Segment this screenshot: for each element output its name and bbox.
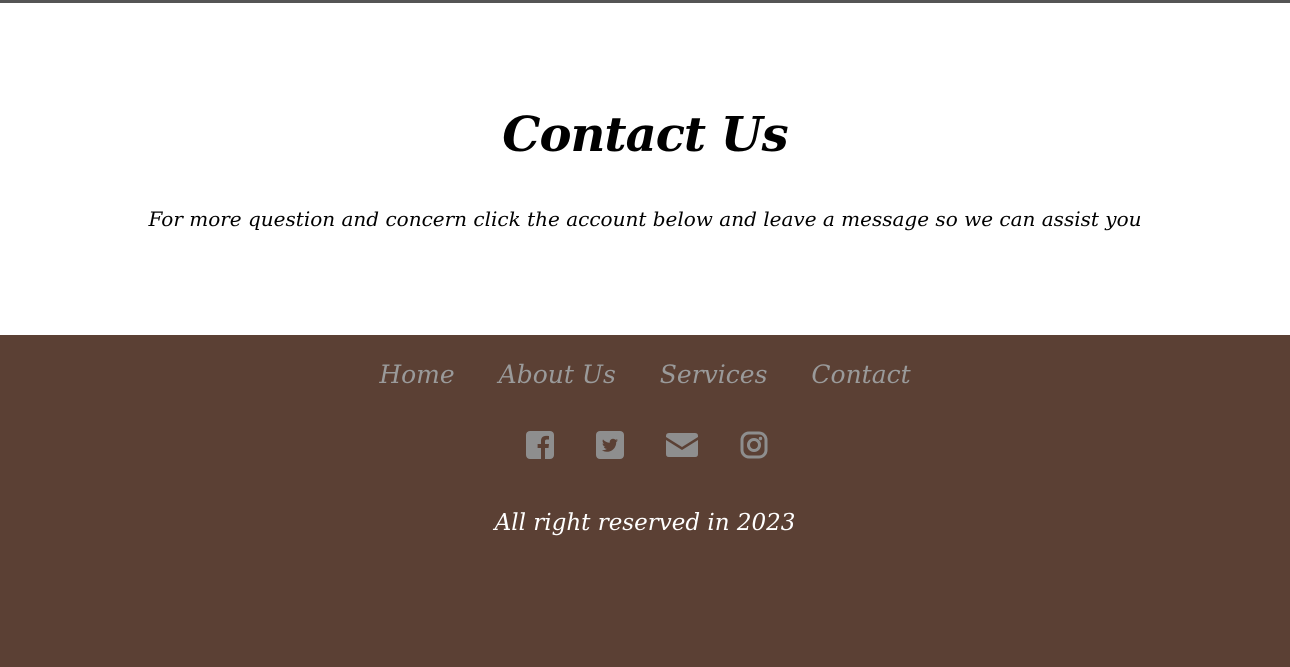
footer-link-home[interactable]: Home (379, 355, 454, 395)
envelope-icon[interactable] (666, 432, 698, 458)
footer: Home About Us Services Contact All right… (0, 335, 1290, 667)
contact-description: For more question and concern click the … (148, 207, 1142, 231)
contact-title: Contact Us (502, 107, 788, 163)
footer-link-about-us[interactable]: About Us (499, 355, 616, 395)
footer-link-services[interactable]: Services (660, 355, 768, 395)
social-links (0, 431, 1290, 459)
twitter-icon[interactable] (596, 431, 624, 459)
instagram-icon[interactable] (740, 431, 768, 459)
facebook-icon[interactable] (526, 431, 554, 459)
copyright-text: All right reserved in 2023 (494, 510, 796, 536)
footer-nav: Home About Us Services Contact (0, 355, 1290, 395)
contact-section: Contact Us For more question and concern… (0, 3, 1290, 335)
footer-link-contact[interactable]: Contact (811, 355, 910, 395)
